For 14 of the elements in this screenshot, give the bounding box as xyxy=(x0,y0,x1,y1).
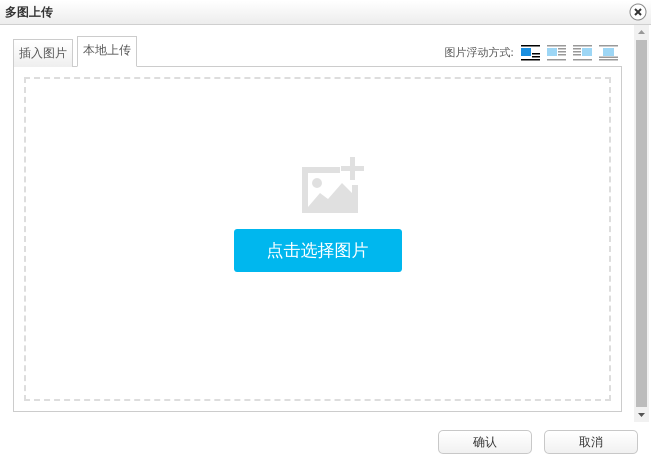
float-right-icon[interactable] xyxy=(573,44,592,60)
scrollbar[interactable] xyxy=(634,25,649,422)
float-none-icon[interactable] xyxy=(521,44,540,60)
scroll-thumb[interactable] xyxy=(636,40,647,407)
window-title: 多图上传 xyxy=(5,4,53,20)
close-icon[interactable] xyxy=(629,3,647,21)
float-center-icon[interactable] xyxy=(599,44,618,60)
image-add-icon xyxy=(300,157,364,213)
tab[interactable]: 本地上传 xyxy=(77,36,137,67)
float-left-icon[interactable] xyxy=(547,44,566,60)
confirm-button[interactable]: 确认 xyxy=(438,430,532,454)
cancel-button[interactable]: 取消 xyxy=(544,430,638,454)
tab[interactable]: 插入图片 xyxy=(13,39,73,67)
float-label: 图片浮动方式: xyxy=(444,45,514,60)
